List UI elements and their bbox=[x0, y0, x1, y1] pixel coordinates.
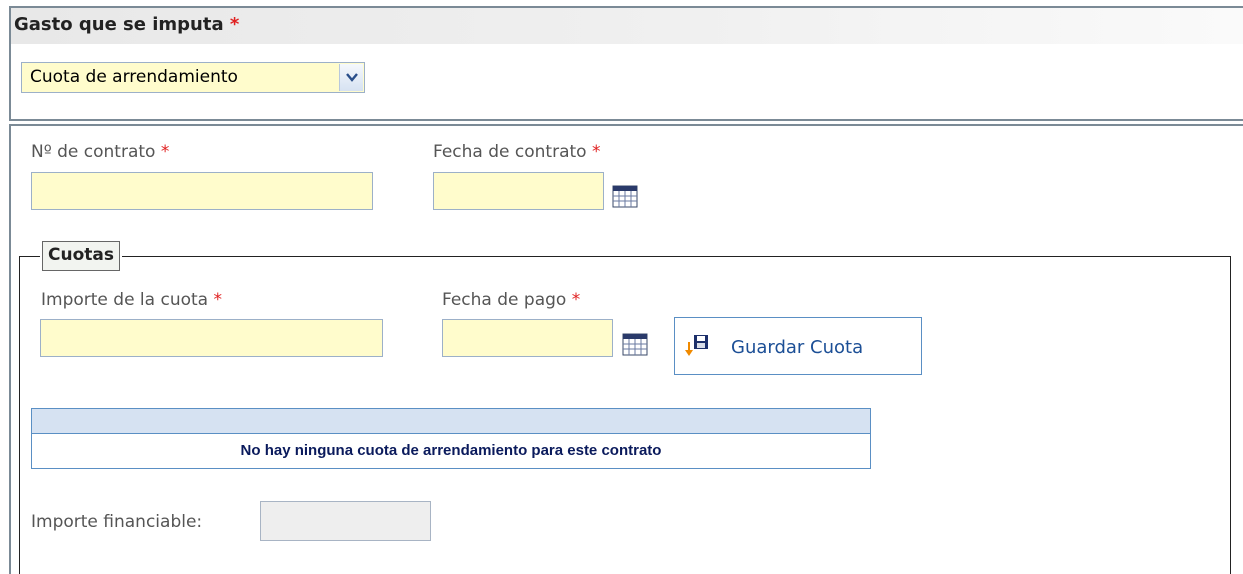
chevron-down-icon[interactable] bbox=[339, 64, 363, 91]
fecha-pago-label: Fecha de pago * bbox=[442, 290, 581, 310]
gasto-panel: Gasto que se imputa * Cuota de arrendami… bbox=[9, 6, 1243, 121]
importe-financiable-label: Importe financiable: bbox=[31, 512, 203, 532]
cuotas-empty-message: No hay ninguna cuota de arrendamiento pa… bbox=[31, 433, 871, 469]
fecha-pago-input[interactable] bbox=[442, 319, 613, 357]
required-asterisk: * bbox=[591, 142, 601, 162]
fecha-contrato-input[interactable] bbox=[433, 172, 604, 210]
required-asterisk: * bbox=[160, 142, 170, 162]
gasto-header: Gasto que se imputa * bbox=[11, 8, 1243, 44]
numero-contrato-input[interactable] bbox=[31, 172, 373, 210]
required-asterisk: * bbox=[571, 290, 581, 310]
calendar-icon[interactable] bbox=[612, 184, 638, 208]
gasto-select-value: Cuota de arrendamiento bbox=[30, 67, 238, 87]
fecha-contrato-label: Fecha de contrato * bbox=[433, 142, 601, 162]
calendar-icon[interactable] bbox=[622, 332, 648, 356]
numero-contrato-label: Nº de contrato * bbox=[31, 142, 170, 162]
gasto-title: Gasto que se imputa bbox=[14, 14, 224, 35]
cuotas-legend: Cuotas bbox=[40, 239, 122, 273]
importe-cuota-input[interactable] bbox=[40, 319, 383, 357]
required-asterisk: * bbox=[213, 290, 223, 310]
required-asterisk: * bbox=[229, 14, 240, 35]
guardar-cuota-label: Guardar Cuota bbox=[731, 337, 864, 358]
importe-cuota-label: Importe de la cuota * bbox=[41, 290, 222, 310]
cuotas-table-header bbox=[31, 408, 871, 434]
save-icon bbox=[685, 335, 708, 356]
importe-financiable-input bbox=[260, 501, 431, 541]
guardar-cuota-button[interactable]: Guardar Cuota bbox=[674, 317, 922, 375]
gasto-select[interactable]: Cuota de arrendamiento bbox=[21, 62, 365, 93]
